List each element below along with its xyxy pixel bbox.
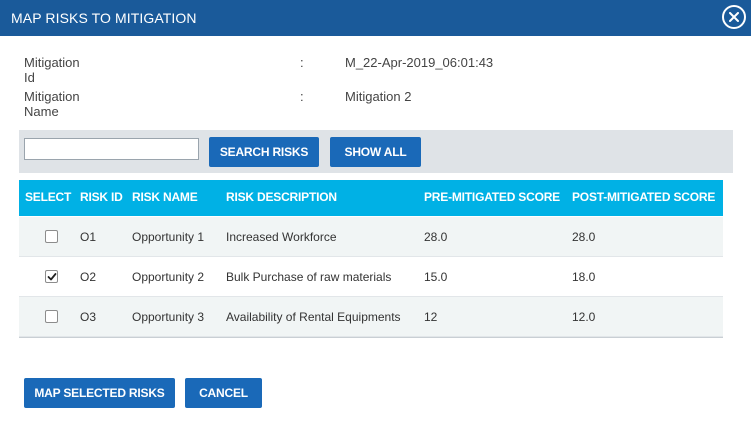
pre-mitigated-score-cell: 12 [424, 310, 438, 324]
risk-name-cell: Opportunity 2 [132, 270, 205, 284]
dialog-titlebar: MAP RISKS TO MITIGATION [0, 0, 751, 36]
mitigation-name-separator: : [300, 89, 304, 104]
table-footer [19, 337, 723, 368]
map-selected-risks-button[interactable]: MAP SELECTED RISKS [24, 378, 175, 408]
post-mitigated-score-cell: 28.0 [572, 230, 596, 244]
table-row: O3 Opportunity 3 Availability of Rental … [19, 297, 723, 337]
search-input[interactable] [24, 138, 199, 160]
mitigation-name-label: Mitigation Name [24, 89, 80, 119]
cancel-button[interactable]: CANCEL [185, 378, 262, 408]
risk-id-cell: O3 [80, 310, 97, 324]
header-post-mitigated-score: POST-MITIGATED SCORE [572, 190, 716, 204]
search-risks-button[interactable]: SEARCH RISKS [209, 137, 319, 167]
risks-table: SELECT RISK ID RISK NAME RISK DESCRIPTIO… [19, 180, 723, 368]
dialog-title: MAP RISKS TO MITIGATION [11, 10, 197, 26]
risk-name-cell: Opportunity 3 [132, 310, 205, 324]
header-risk-name: RISK NAME [132, 190, 198, 204]
post-mitigated-score-cell: 18.0 [572, 270, 596, 284]
search-toolbar: SEARCH RISKS SHOW ALL [19, 130, 733, 173]
risk-name-cell: Opportunity 1 [132, 230, 205, 244]
row-select-checkbox[interactable] [45, 230, 58, 243]
table-header: SELECT RISK ID RISK NAME RISK DESCRIPTIO… [19, 180, 723, 216]
checkmark-icon [47, 273, 57, 281]
table-row: O2 Opportunity 2 Bulk Purchase of raw ma… [19, 257, 723, 297]
pre-mitigated-score-cell: 15.0 [424, 270, 448, 284]
mitigation-id-value: M_22-Apr-2019_06:01:43 [345, 55, 494, 70]
header-select: SELECT [25, 190, 72, 204]
mitigation-id-label: Mitigation Id [24, 55, 80, 85]
post-mitigated-score-cell: 12.0 [572, 310, 596, 324]
pre-mitigated-score-cell: 28.0 [424, 230, 448, 244]
table-row: O1 Opportunity 1 Increased Workforce 28.… [19, 217, 723, 257]
row-select-checkbox[interactable] [45, 310, 58, 323]
mitigation-name-value: Mitigation 2 [345, 89, 412, 104]
header-risk-description: RISK DESCRIPTION [226, 190, 337, 204]
row-select-checkbox[interactable] [45, 270, 58, 283]
header-risk-id: RISK ID [80, 190, 123, 204]
risk-description-cell: Availability of Rental Equipments [226, 310, 401, 324]
show-all-button[interactable]: SHOW ALL [330, 137, 421, 167]
risk-id-cell: O1 [80, 230, 97, 244]
close-icon[interactable] [722, 5, 746, 29]
map-risks-dialog: MAP RISKS TO MITIGATION Mitigation Id : … [0, 0, 751, 425]
risk-description-cell: Increased Workforce [226, 230, 337, 244]
risk-id-cell: O2 [80, 270, 97, 284]
header-pre-mitigated-score: PRE-MITIGATED SCORE [424, 190, 560, 204]
mitigation-id-separator: : [300, 55, 304, 70]
risk-description-cell: Bulk Purchase of raw materials [226, 270, 392, 284]
